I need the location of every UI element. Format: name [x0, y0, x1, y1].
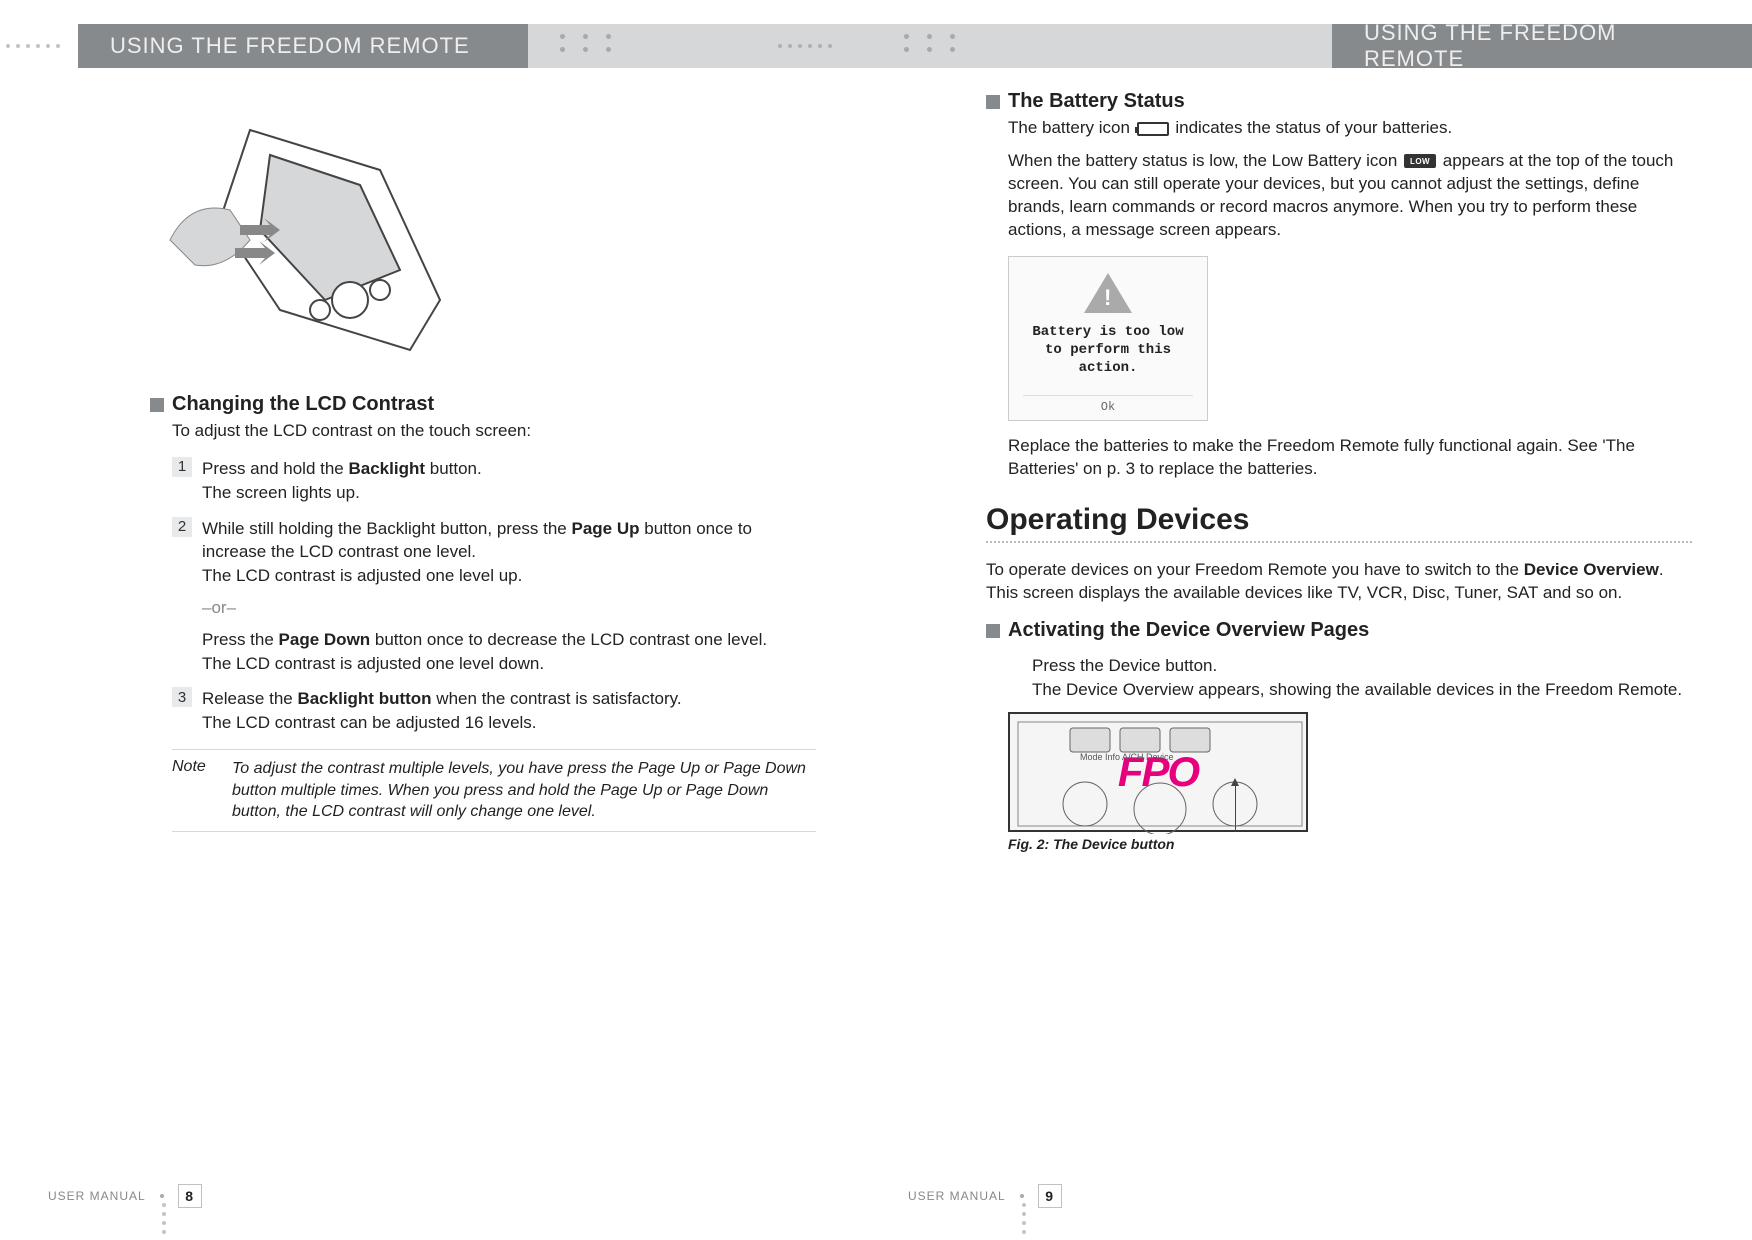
section-heading: The Battery Status [986, 90, 1692, 113]
paragraph: The battery icon indicates the status of… [1008, 117, 1692, 140]
dotted-rule [986, 541, 1692, 543]
svg-text:Mode Info A/CH Device: Mode Info A/CH Device [1080, 752, 1174, 762]
footer-label: USER MANUAL [908, 1189, 1006, 1203]
step-2: 2 While still holding the Backlight butt… [172, 517, 816, 676]
step-number: 2 [172, 517, 192, 537]
screen-ok-button: Ok [1023, 395, 1193, 414]
step-1: 1 Press and hold the Backlight button. T… [172, 457, 816, 505]
heading-text: Activating the Device Overview Pages [1008, 619, 1369, 642]
figure-caption: Fig. 2: The Device button [1008, 836, 1692, 852]
content-left: Changing the LCD Contrast To adjust the … [150, 100, 816, 832]
page-left: USING THE FREEDOM REMOTE [0, 0, 876, 1240]
header-title-right: USING THE FREEDOM REMOTE [1332, 24, 1752, 68]
step-subtext: The LCD contrast is adjusted one level u… [202, 566, 522, 585]
paragraph: To operate devices on your Freedom Remot… [986, 559, 1692, 605]
step-3: 3 Release the Backlight button when the … [172, 687, 816, 735]
note-text: To adjust the contrast multiple levels, … [232, 758, 816, 823]
heading-text: The Battery Status [1008, 90, 1185, 113]
page-number: 8 [178, 1184, 202, 1208]
step-text: While still holding the Backlight button… [202, 519, 752, 562]
step-subtext: The Device Overview appears, showing the… [1032, 680, 1682, 699]
header-title-left: USING THE FREEDOM REMOTE [78, 24, 528, 68]
note-block: Note To adjust the contrast multiple lev… [172, 749, 816, 832]
bullet-square-icon [1008, 657, 1022, 671]
battery-icon [1137, 122, 1169, 136]
header-bar: USING THE FREEDOM REMOTE [876, 24, 1752, 68]
step-text: Release the Backlight button when the co… [202, 689, 682, 708]
or-text: –or– [202, 596, 816, 620]
intro-text: To adjust the LCD contrast on the touch … [172, 420, 816, 443]
footer-left: USER MANUAL 8 [48, 1184, 202, 1208]
margin-dots [162, 1203, 166, 1234]
decorative-dots [560, 34, 611, 60]
bullet-square-icon [150, 398, 164, 412]
content-right: The Battery Status The battery icon indi… [986, 90, 1692, 852]
screen-message: Battery is too low to perform this actio… [1023, 323, 1193, 378]
step-device: Press the Device button. The Device Over… [1008, 654, 1692, 702]
section-heading: Changing the LCD Contrast [150, 393, 816, 416]
margin-dots [1022, 1203, 1026, 1234]
low-battery-icon [1404, 154, 1436, 168]
remote-illustration [140, 100, 480, 360]
page-number: 9 [1038, 1184, 1062, 1208]
step-subtext: The LCD contrast can be adjusted 16 leve… [202, 713, 537, 732]
footer-right: USER MANUAL 9 [908, 1184, 1062, 1208]
margin-dots [778, 44, 832, 48]
paragraph: Replace the batteries to make the Freedo… [1008, 435, 1692, 481]
footer-label: USER MANUAL [48, 1189, 146, 1203]
step-text-alt: Press the Page Down button once to decre… [202, 630, 767, 649]
note-label: Note [172, 758, 232, 823]
page-right: USING THE FREEDOM REMOTE The Battery Sta… [876, 0, 1752, 1240]
major-heading: Operating Devices [986, 503, 1692, 537]
step-number: 1 [172, 457, 192, 477]
step-subtext-alt: The LCD contrast is adjusted one level d… [202, 654, 544, 673]
step-text: Press the Device button. [1032, 656, 1217, 675]
step-number: 3 [172, 687, 192, 707]
header-bar: USING THE FREEDOM REMOTE [0, 24, 876, 68]
heading-text: Changing the LCD Contrast [172, 393, 434, 416]
bullet-square-icon [986, 624, 1000, 638]
bullet-square-icon [986, 95, 1000, 109]
screen-mockup: Battery is too low to perform this actio… [1008, 256, 1208, 422]
step-subtext: The screen lights up. [202, 483, 360, 502]
device-figure: Mode Info A/CH Device FPO [1008, 712, 1308, 832]
step-text: Press and hold the Backlight button. [202, 459, 482, 478]
section-heading: Activating the Device Overview Pages [986, 619, 1692, 642]
warning-triangle-icon [1084, 273, 1132, 313]
paragraph: When the battery status is low, the Low … [1008, 150, 1692, 242]
arrow-icon [1235, 784, 1236, 832]
